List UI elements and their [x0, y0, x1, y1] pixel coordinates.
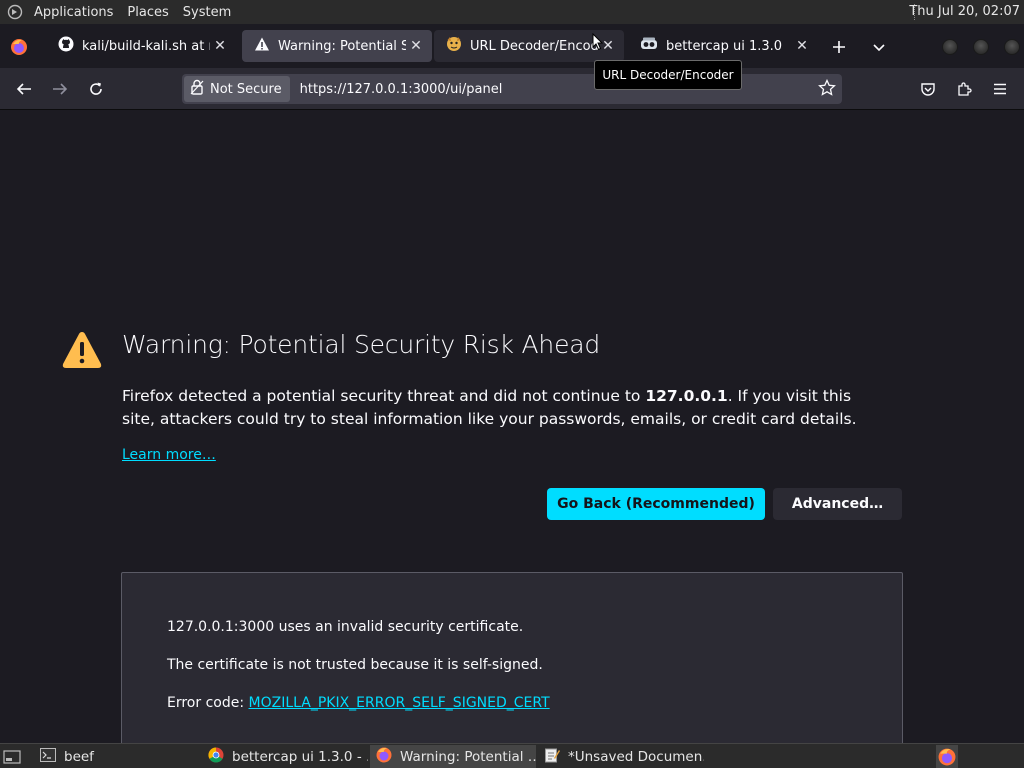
url-bar[interactable]: Not Secure https://127.0.0.1:3000/ui/pan… [182, 74, 842, 104]
show-desktop-icon [3, 749, 21, 764]
taskbar-item-text-editor[interactable]: *Unsaved Documen… [538, 745, 704, 768]
tab-security-warning[interactable]: Warning: Potential Sec ✕ [242, 30, 432, 62]
taskbar-item-firefox-warning[interactable]: Warning: Potential … [370, 745, 536, 768]
warning-description: Firefox detected a potential security th… [122, 385, 882, 431]
warning-triangle-icon [61, 330, 103, 374]
taskbar-item-label: Warning: Potential … [400, 748, 536, 765]
taskbar: beef bettercap ui 1.3.0 - … Warning: Pot… [0, 743, 1024, 768]
broken-lock-icon [190, 79, 204, 99]
go-back-button[interactable]: Go Back (Recommended) [547, 488, 765, 520]
new-tab-icon[interactable] [828, 36, 850, 58]
tab-tooltip: URL Decoder/Encoder [594, 60, 742, 90]
kali-menu-icon[interactable] [3, 0, 27, 24]
top-panel: Applications Places System Thu Jul 20, 0… [0, 0, 1024, 24]
hamburger-menu-icon[interactable] [989, 78, 1011, 100]
navigation-toolbar: Not Secure https://127.0.0.1:3000/ui/pan… [0, 68, 1024, 110]
tab-label: Warning: Potential Sec [278, 38, 406, 54]
mouse-cursor-icon [592, 33, 604, 51]
maximize-window-button[interactable] [973, 39, 989, 55]
clock[interactable]: Thu Jul 20, 02:07 [909, 4, 1020, 19]
error-code-link[interactable]: MOZILLA_PKIX_ERROR_SELF_SIGNED_CERT [249, 695, 550, 711]
close-tab-icon[interactable]: ✕ [792, 38, 812, 54]
advanced-button[interactable]: Advanced… [773, 488, 902, 520]
reload-icon[interactable] [85, 78, 107, 100]
url-text[interactable]: https://127.0.0.1:3000/ui/panel [300, 82, 503, 97]
firefox-icon [376, 747, 392, 767]
bookmark-star-icon[interactable] [818, 78, 836, 101]
close-tab-icon[interactable]: ✕ [406, 38, 426, 54]
back-arrow-icon[interactable] [13, 78, 35, 100]
advanced-details-panel: 127.0.0.1:3000 uses an invalid security … [121, 572, 903, 743]
minimize-window-button[interactable] [942, 39, 958, 55]
applications-menu[interactable]: Applications [27, 5, 120, 20]
warning-icon [254, 36, 270, 56]
tray-firefox-launcher[interactable] [936, 745, 958, 768]
learn-more-link[interactable]: Learn more… [122, 447, 216, 463]
description-text: Firefox detected a potential security th… [122, 387, 646, 405]
error-code-line: Error code: MOZILLA_PKIX_ERROR_SELF_SIGN… [167, 695, 550, 711]
taskbar-item-label: *Unsaved Documen… [568, 748, 704, 765]
show-desktop-button[interactable] [0, 745, 26, 768]
url-decoder-favicon-icon [446, 36, 462, 56]
terminal-icon [40, 747, 56, 766]
tab-label: bettercap ui 1.3.0 [666, 38, 783, 54]
page-content: Warning: Potential Security Risk Ahead F… [0, 111, 1024, 743]
error-code-label: Error code: [167, 695, 249, 711]
firefox-view-icon[interactable] [10, 38, 28, 56]
not-secure-label: Not Secure [210, 81, 282, 97]
tab-label: URL Decoder/Encoder [470, 38, 598, 54]
certificate-invalid-text: 127.0.0.1:3000 uses an invalid security … [167, 619, 524, 635]
bettercap-favicon-icon [640, 37, 658, 55]
taskbar-item-bettercap[interactable]: bettercap ui 1.3.0 - … [202, 745, 368, 768]
chrome-icon [208, 746, 224, 767]
system-menu[interactable]: System [176, 5, 238, 20]
extensions-puzzle-icon[interactable] [953, 78, 975, 100]
list-all-tabs-chevron-down-icon[interactable] [868, 36, 890, 58]
pocket-icon[interactable] [917, 78, 939, 100]
taskbar-item-label: beef [64, 748, 94, 765]
forward-arrow-icon[interactable] [49, 78, 71, 100]
tab-label: kali/build-kali.sh at ma [82, 38, 210, 54]
tab-github[interactable]: kali/build-kali.sh at ma ✕ [46, 30, 236, 62]
page-title: Warning: Potential Security Risk Ahead [122, 330, 601, 359]
not-secure-indicator[interactable]: Not Secure [184, 76, 290, 102]
host-name: 127.0.0.1 [645, 387, 728, 405]
taskbar-item-label: bettercap ui 1.3.0 - … [232, 748, 368, 765]
tab-strip: kali/build-kali.sh at ma ✕ Warning: Pote… [0, 24, 1024, 68]
text-editor-icon [544, 747, 560, 767]
github-icon [58, 36, 74, 56]
close-window-button[interactable] [1004, 39, 1020, 55]
taskbar-item-beef[interactable]: beef [34, 745, 200, 768]
certificate-reason-text: The certificate is not trusted because i… [167, 657, 543, 673]
places-menu[interactable]: Places [120, 5, 175, 20]
tab-bettercap[interactable]: bettercap ui 1.3.0 ✕ [628, 30, 818, 62]
close-tab-icon[interactable]: ✕ [210, 38, 230, 54]
firefox-launcher-icon [938, 748, 956, 765]
